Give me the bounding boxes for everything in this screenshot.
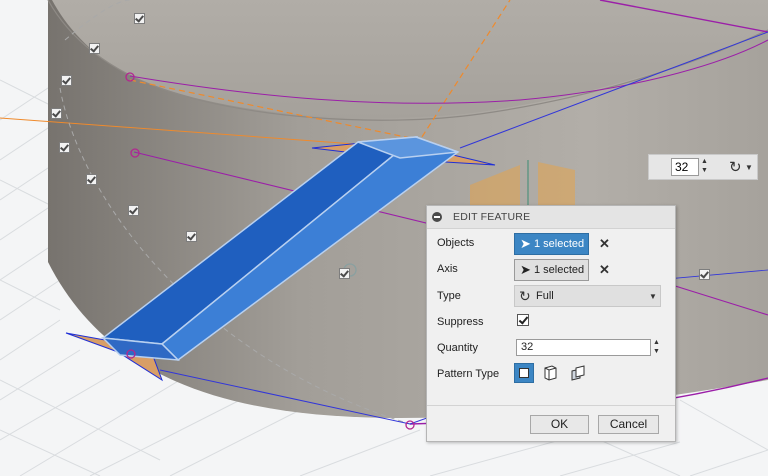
dialog-header: EDIT FEATURE [427,206,675,229]
features-pattern-type-button[interactable] [568,363,588,383]
suppress-checkbox[interactable] [517,314,529,326]
objects-label: Objects [437,237,475,249]
pattern-instance-checkbox[interactable] [51,108,62,119]
axis-selection-count: 1 selected [534,264,585,276]
pattern-instance-checkbox[interactable] [186,231,197,242]
pattern-instance-checkbox[interactable] [59,142,70,153]
quantity-spin-up-icon[interactable]: ▲ [653,339,660,346]
pattern-instance-checkbox[interactable] [699,269,710,280]
type-dropdown[interactable]: ↻ Full ▼ [514,285,661,307]
cancel-button[interactable]: Cancel [598,415,659,434]
axis-label: Axis [437,263,458,275]
pattern-instance-checkbox[interactable] [61,75,72,86]
clear-axis-icon[interactable]: ✕ [599,262,610,278]
axis-selector[interactable]: ➤ 1 selected [514,259,589,281]
hud-spin-down-icon[interactable]: ▼ [701,167,708,175]
objects-selection-count: 1 selected [534,238,585,250]
pattern-instance-checkbox[interactable] [134,13,145,24]
type-label: Type [437,290,461,302]
dialog-title: EDIT FEATURE [453,211,531,223]
hud-quantity-input[interactable]: 32 [671,158,699,176]
pattern-instance-checkbox[interactable] [128,205,139,216]
circular-pattern-icon[interactable]: ↻ [729,158,742,176]
edit-feature-dialog: EDIT FEATURE Objects ➤ 1 selected ✕ Axis… [426,205,676,442]
features-icon [571,365,585,381]
quantity-spin-down-icon[interactable]: ▼ [653,348,660,355]
quantity-label: Quantity [437,342,478,354]
quantity-hud: 32 ▲ ▼ ↻ ▼ [648,154,758,180]
objects-selector[interactable]: ➤ 1 selected [514,233,589,255]
cursor-icon: ➤ [520,236,531,251]
chevron-down-icon[interactable]: ▼ [745,163,753,172]
collapse-icon[interactable] [432,212,442,222]
circular-arrow-icon: ↻ [519,288,531,304]
suppress-label: Suppress [437,316,484,328]
ok-button[interactable]: OK [530,415,589,434]
bodies-icon [544,365,557,381]
bodies-pattern-type-button[interactable] [540,363,560,383]
chevron-down-icon: ▼ [649,292,657,301]
quantity-input[interactable]: 32 [516,339,651,356]
type-value: Full [536,290,554,302]
cursor-icon: ➤ [520,262,531,277]
pattern-instance-checkbox[interactable] [86,174,97,185]
pattern-type-label: Pattern Type [437,368,500,380]
dialog-divider [427,405,675,406]
clear-objects-icon[interactable]: ✕ [599,236,610,252]
faces-pattern-type-button[interactable] [514,363,534,383]
hud-spin-up-icon[interactable]: ▲ [701,158,708,166]
pattern-instance-checkbox[interactable] [89,43,100,54]
pattern-instance-checkbox[interactable] [339,268,350,279]
